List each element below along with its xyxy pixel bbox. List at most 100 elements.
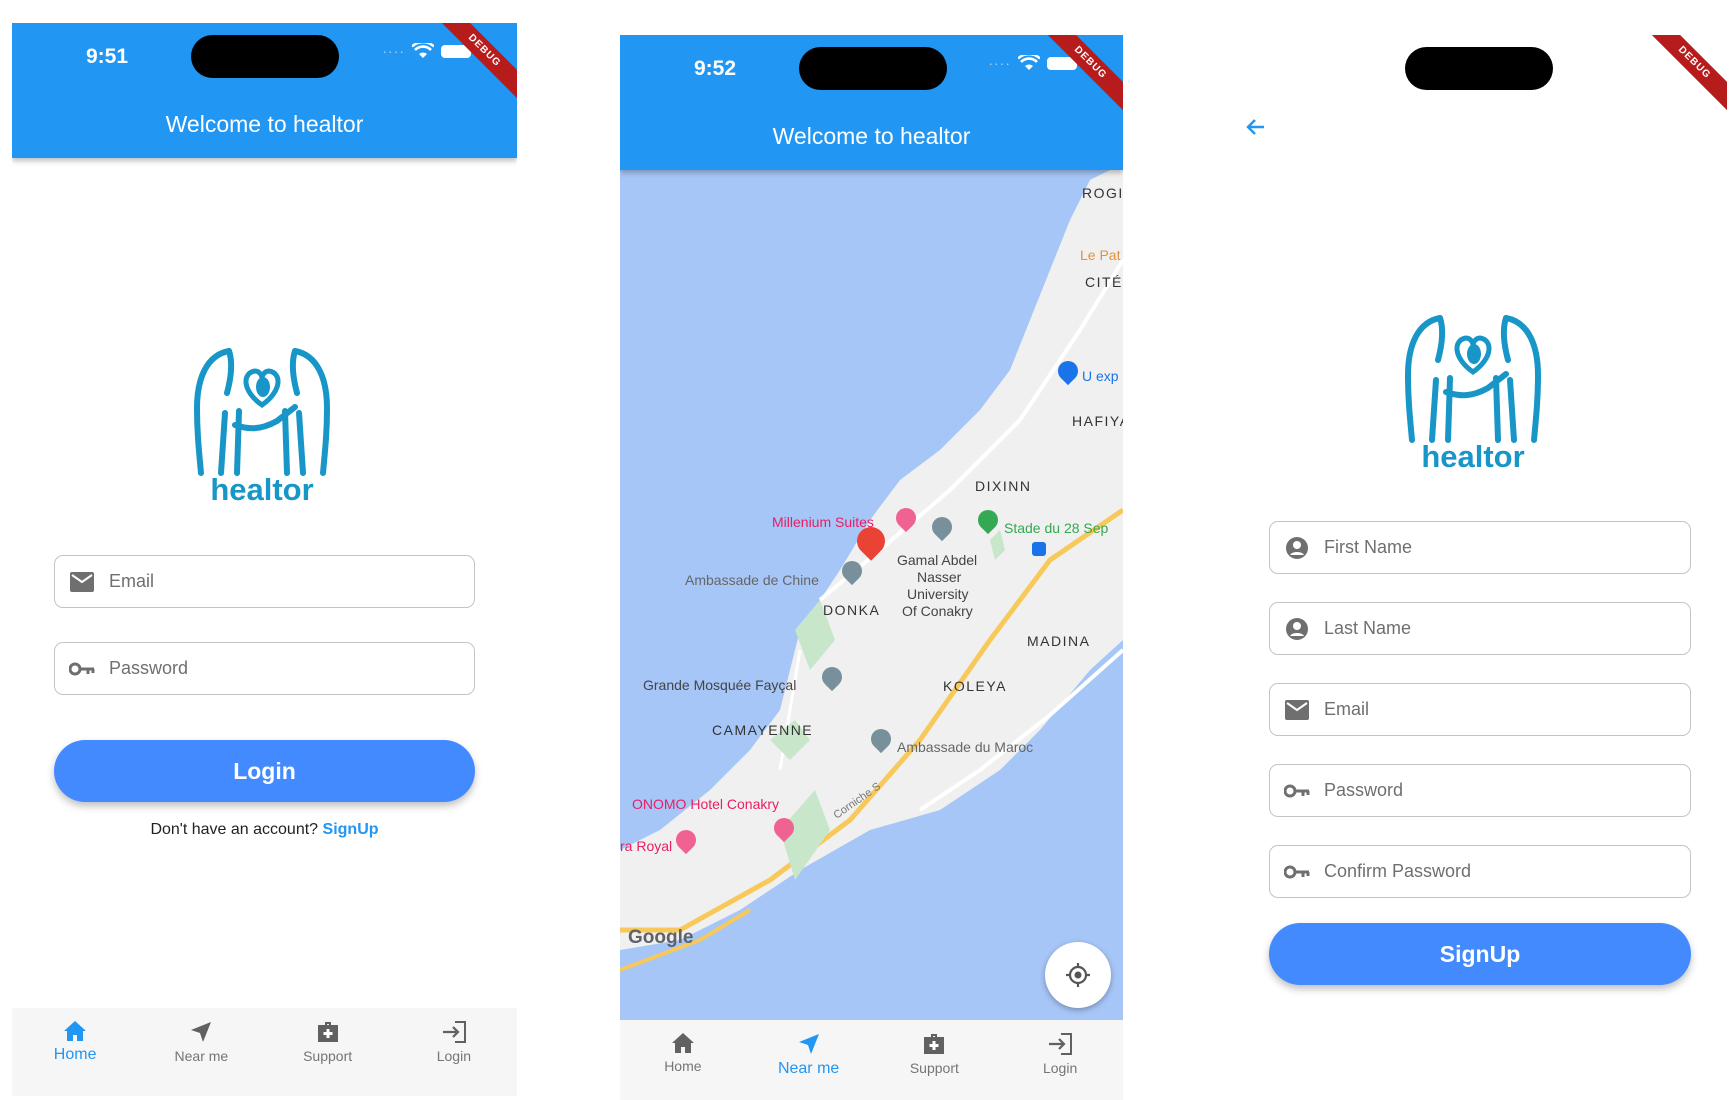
signup-link[interactable]: SignUp bbox=[323, 821, 379, 838]
status-indicators: ···· bbox=[382, 43, 471, 59]
map-label-onomo: ONOMO Hotel Conakry bbox=[632, 796, 780, 812]
no-account-text: Don't have an account? bbox=[150, 821, 319, 838]
first-name-input[interactable] bbox=[1322, 536, 1620, 559]
map-label-hafiya: HAFIYA bbox=[1072, 413, 1123, 429]
nav-login[interactable]: Login bbox=[391, 1008, 517, 1096]
last-name-input[interactable] bbox=[1322, 617, 1620, 640]
back-button[interactable] bbox=[1244, 115, 1274, 145]
email-field[interactable] bbox=[54, 555, 475, 608]
password-input[interactable] bbox=[107, 657, 405, 680]
login-button[interactable]: Login bbox=[54, 740, 475, 802]
wifi-icon bbox=[1018, 55, 1040, 70]
healtor-body-heart-icon bbox=[1404, 315, 1542, 443]
email-input[interactable] bbox=[1322, 698, 1620, 721]
map-label-donka: DONKA bbox=[823, 602, 881, 618]
healtor-logo: healtor bbox=[167, 333, 357, 508]
medical-kit-icon bbox=[924, 1034, 945, 1054]
map-label-millenium: Millenium Suites bbox=[772, 514, 874, 530]
nav-near-me[interactable]: Near me bbox=[138, 1008, 264, 1096]
account-circle-icon bbox=[1284, 616, 1310, 642]
nav-home[interactable]: Home bbox=[620, 1020, 746, 1100]
my-location-button[interactable] bbox=[1045, 942, 1111, 1008]
map-label-madina: MADINA bbox=[1027, 633, 1091, 649]
map-label-camayenne: CAMAYENNE bbox=[712, 722, 814, 738]
navigation-icon bbox=[798, 1034, 819, 1054]
arrow-back-icon bbox=[1246, 119, 1264, 135]
debug-banner: DEBUG bbox=[430, 23, 517, 105]
app-title: Welcome to healtor bbox=[772, 123, 971, 149]
wifi-icon bbox=[412, 43, 434, 58]
nav-login-label: Login bbox=[1042, 1060, 1078, 1076]
map-label-stade: Stade du 28 Sep bbox=[1004, 520, 1109, 536]
map-land bbox=[620, 170, 1123, 972]
map-label-u-exp: U exp bbox=[1082, 368, 1119, 384]
map-label-university: University bbox=[907, 586, 969, 602]
status-time: 9:51 bbox=[86, 45, 129, 68]
nav-login[interactable]: Login bbox=[997, 1020, 1123, 1100]
healtor-logo: healtor bbox=[1378, 300, 1568, 475]
home-icon bbox=[671, 1033, 694, 1053]
map-label-rogi: ROGI bbox=[1082, 185, 1123, 201]
nav-near-me-label: Near me bbox=[174, 1048, 229, 1064]
debug-banner: DEBUG bbox=[1036, 35, 1123, 117]
email-field[interactable] bbox=[1269, 683, 1691, 736]
signal-icon: ···· bbox=[382, 43, 405, 59]
first-name-field[interactable] bbox=[1269, 521, 1691, 574]
status-indicators: ···· bbox=[988, 55, 1077, 71]
key-icon bbox=[69, 656, 95, 682]
my-location-icon bbox=[1066, 963, 1090, 987]
signup-button[interactable]: SignUp bbox=[1269, 923, 1691, 985]
medical-kit-icon bbox=[317, 1022, 338, 1042]
nav-support[interactable]: Support bbox=[265, 1008, 391, 1096]
map-label-ra-royal: ra Royal bbox=[620, 838, 673, 854]
nav-support-label: Support bbox=[909, 1060, 959, 1076]
login-icon bbox=[1049, 1033, 1073, 1055]
nav-home-label: Home bbox=[53, 1046, 97, 1063]
nav-near-me-label: Near me bbox=[777, 1060, 840, 1077]
map-label-le-pat: Le Pat bbox=[1080, 247, 1121, 263]
logo-text: healtor bbox=[1421, 439, 1525, 474]
bottom-nav: Home Near me Support Login bbox=[12, 1008, 517, 1096]
password-input[interactable] bbox=[1322, 779, 1620, 802]
email-input[interactable] bbox=[107, 570, 405, 593]
app-title: Welcome to healtor bbox=[165, 111, 364, 137]
last-name-field[interactable] bbox=[1269, 602, 1691, 655]
account-circle-icon bbox=[1284, 535, 1310, 561]
map-label-cite: CITÉ bbox=[1085, 274, 1123, 290]
map-label-ambassade-maroc: Ambassade du Maroc bbox=[897, 739, 1034, 755]
navigation-icon bbox=[191, 1022, 212, 1042]
map-label-koleya: KOLEYA bbox=[943, 678, 1007, 694]
map-label-dixinn: DIXINN bbox=[975, 478, 1032, 494]
app-bar: 9:52 ···· Welcome to healtor DEBUG bbox=[620, 35, 1123, 170]
signup-screen: DEBUG healtor First Name Last Name Email… bbox=[1212, 35, 1727, 1100]
logo-text: healtor bbox=[210, 472, 314, 507]
key-icon bbox=[1284, 778, 1310, 804]
dynamic-island bbox=[191, 35, 339, 78]
password-field[interactable] bbox=[1269, 764, 1691, 817]
bottom-nav: Home Near me Support Login bbox=[620, 1020, 1123, 1100]
key-icon bbox=[1284, 859, 1310, 885]
nav-home-label: Home bbox=[664, 1058, 702, 1074]
mail-icon bbox=[1284, 697, 1310, 723]
map-label-nasser: Nasser bbox=[917, 569, 962, 585]
confirm-password-input[interactable] bbox=[1322, 860, 1620, 883]
dynamic-island bbox=[1405, 47, 1553, 90]
nav-near-me[interactable]: Near me bbox=[746, 1020, 872, 1100]
password-field[interactable] bbox=[54, 642, 475, 695]
nav-support-label: Support bbox=[303, 1048, 353, 1064]
healtor-body-heart-icon bbox=[193, 348, 331, 476]
mail-icon bbox=[69, 569, 95, 595]
app-bar: 9:51 ···· Welcome to healtor DEBUG bbox=[12, 23, 517, 158]
signal-icon: ···· bbox=[988, 55, 1011, 71]
google-map[interactable]: ROGI Le Pat CITÉ U exp HAFIYA DIXINN Mil… bbox=[620, 170, 1123, 1020]
status-time: 9:52 bbox=[694, 57, 737, 80]
nav-support[interactable]: Support bbox=[872, 1020, 998, 1100]
nav-home[interactable]: Home bbox=[12, 1008, 138, 1096]
login-icon bbox=[442, 1021, 466, 1043]
signup-prompt: Don't have an account? SignUp bbox=[12, 821, 517, 839]
confirm-password-field[interactable] bbox=[1269, 845, 1691, 898]
debug-banner: DEBUG bbox=[1640, 35, 1727, 117]
home-icon bbox=[64, 1021, 87, 1041]
bus-stop-icon[interactable] bbox=[1032, 542, 1046, 556]
map-label-gamal: Gamal Abdel bbox=[897, 552, 978, 568]
